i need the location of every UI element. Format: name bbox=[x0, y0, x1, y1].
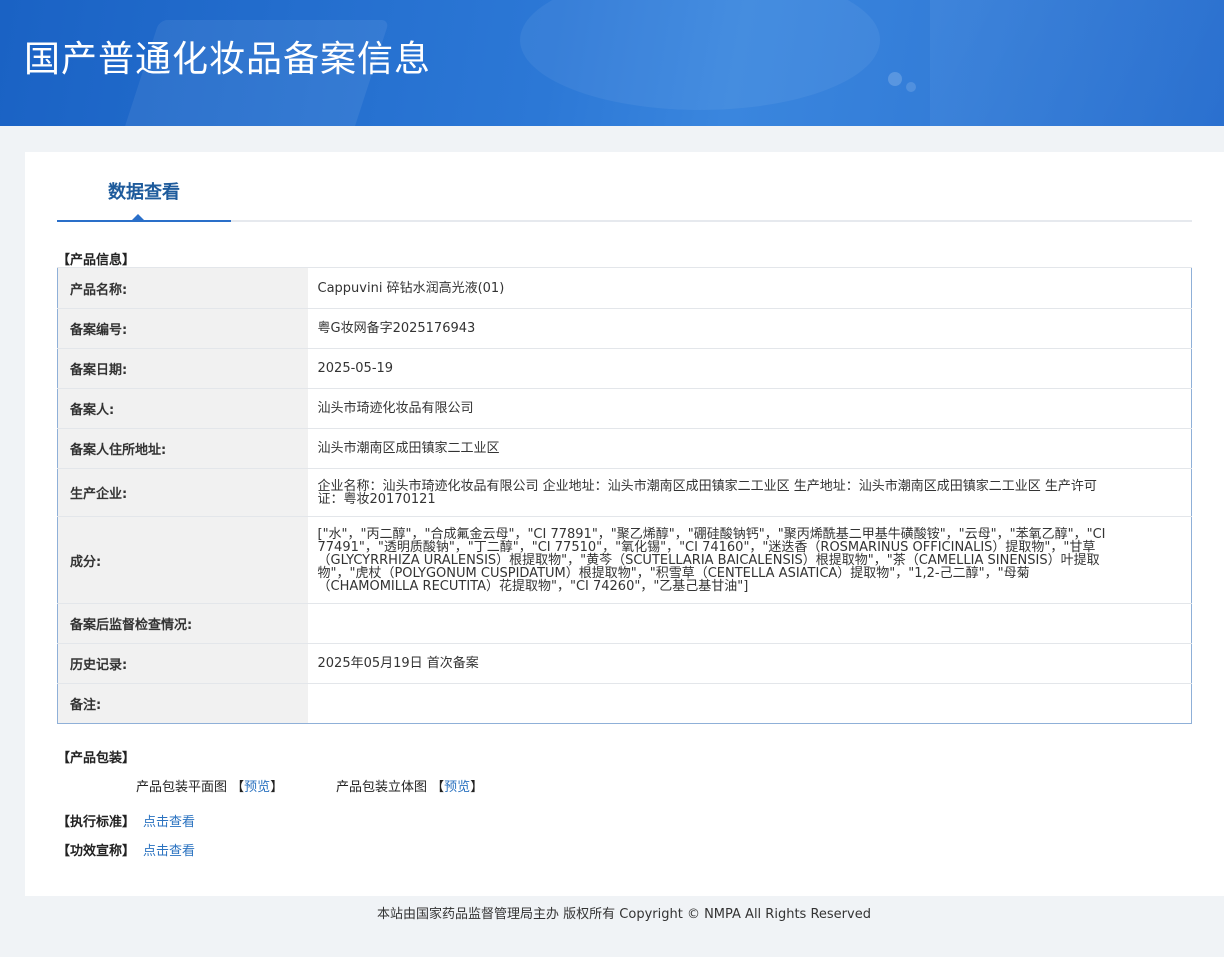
packaging-solid-preview-link[interactable]: 预览 bbox=[444, 780, 470, 795]
row-value: 企业名称：汕头市琦迹化妆品有限公司 企业地址：汕头市潮南区成田镇家二工业区 生产… bbox=[307, 468, 1192, 517]
packaging-solid-item: 产品包装立体图 【预览】 bbox=[336, 776, 483, 795]
bracket: 【 bbox=[431, 780, 445, 795]
table-row: 备注: bbox=[57, 683, 1192, 724]
row-key: 备案人: bbox=[57, 388, 308, 429]
row-key: 备注: bbox=[57, 683, 308, 724]
row-key: 备案人住所地址: bbox=[57, 428, 308, 469]
row-value: 汕头市琦迹化妆品有限公司 bbox=[307, 388, 1192, 429]
row-value: 2025年05月19日 首次备案 bbox=[307, 643, 1192, 684]
table-row: 成分: ["水"，"丙二醇"，"合成氟金云母"，"CI 77891"，"聚乙烯醇… bbox=[57, 516, 1192, 604]
tab-bar: 数据查看 bbox=[57, 152, 1192, 222]
banner-decoration bbox=[930, 0, 1224, 126]
row-value bbox=[307, 683, 1192, 724]
packaging-flat-preview-link[interactable]: 预览 bbox=[244, 780, 270, 795]
packaging-flat-label: 产品包装平面图 bbox=[136, 780, 228, 795]
table-row: 生产企业: 企业名称：汕头市琦迹化妆品有限公司 企业地址：汕头市潮南区成田镇家二… bbox=[57, 468, 1192, 517]
table-row: 产品名称: Cappuvini 碎钻水润高光液(01) bbox=[57, 267, 1192, 309]
table-row: 备案人住所地址: 汕头市潮南区成田镇家二工业区 bbox=[57, 428, 1192, 469]
header-banner: 国产普通化妆品备案信息 bbox=[0, 0, 1224, 126]
tab-active-indicator bbox=[132, 214, 144, 220]
standard-row: 【执行标准】 点击查看 bbox=[57, 811, 195, 830]
row-key: 备案编号: bbox=[57, 308, 308, 349]
row-key: 生产企业: bbox=[57, 468, 308, 517]
efficacy-view-link[interactable]: 点击查看 bbox=[143, 844, 195, 859]
bracket: 【 bbox=[231, 780, 245, 795]
standard-view-link[interactable]: 点击查看 bbox=[143, 815, 195, 830]
content-card: 数据查看 【产品信息】 产品名称: Cappuvini 碎钻水润高光液(01) … bbox=[25, 152, 1224, 896]
table-row: 历史记录: 2025年05月19日 首次备案 bbox=[57, 643, 1192, 684]
efficacy-row: 【功效宣称】 点击查看 bbox=[57, 840, 195, 859]
banner-dot bbox=[906, 82, 916, 92]
row-value bbox=[307, 603, 1192, 644]
row-value: 汕头市潮南区成田镇家二工业区 bbox=[307, 428, 1192, 469]
product-info-table: 产品名称: Cappuvini 碎钻水润高光液(01) 备案编号: 粤G妆网备字… bbox=[57, 267, 1192, 724]
row-value: 粤G妆网备字2025176943 bbox=[307, 308, 1192, 349]
packaging-solid-label: 产品包装立体图 bbox=[336, 780, 428, 795]
page-title: 国产普通化妆品备案信息 bbox=[24, 39, 432, 80]
banner-decoration bbox=[520, 0, 880, 110]
footer-copyright: 本站由国家药品监督管理局主办 版权所有 Copyright © NMPA All… bbox=[377, 907, 871, 922]
standard-label: 【执行标准】 bbox=[57, 815, 136, 830]
table-row: 备案编号: 粤G妆网备字2025176943 bbox=[57, 308, 1192, 349]
row-value: Cappuvini 碎钻水润高光液(01) bbox=[307, 267, 1192, 309]
table-row: 备案人: 汕头市琦迹化妆品有限公司 bbox=[57, 388, 1192, 429]
banner-dot bbox=[888, 72, 902, 86]
row-key: 产品名称: bbox=[57, 267, 308, 309]
row-key: 备案后监督检查情况: bbox=[57, 603, 308, 644]
product-info-section-title: 【产品信息】 bbox=[57, 253, 136, 268]
packaging-section-title: 【产品包装】 bbox=[57, 751, 136, 766]
bracket: 】 bbox=[270, 780, 284, 795]
row-key: 成分: bbox=[57, 516, 308, 604]
table-row: 备案后监督检查情况: bbox=[57, 603, 1192, 644]
tab-data-view[interactable]: 数据查看 bbox=[57, 152, 231, 222]
row-key: 备案日期: bbox=[57, 348, 308, 389]
row-key: 历史记录: bbox=[57, 643, 308, 684]
row-value: 2025-05-19 bbox=[307, 348, 1192, 389]
tab-label: 数据查看 bbox=[108, 182, 180, 203]
packaging-flat-item: 产品包装平面图 【预览】 bbox=[136, 776, 283, 795]
bracket: 】 bbox=[470, 780, 484, 795]
row-value: ["水"，"丙二醇"，"合成氟金云母"，"CI 77891"，"聚乙烯醇"，"硼… bbox=[307, 516, 1192, 604]
table-row: 备案日期: 2025-05-19 bbox=[57, 348, 1192, 389]
efficacy-label: 【功效宣称】 bbox=[57, 844, 136, 859]
